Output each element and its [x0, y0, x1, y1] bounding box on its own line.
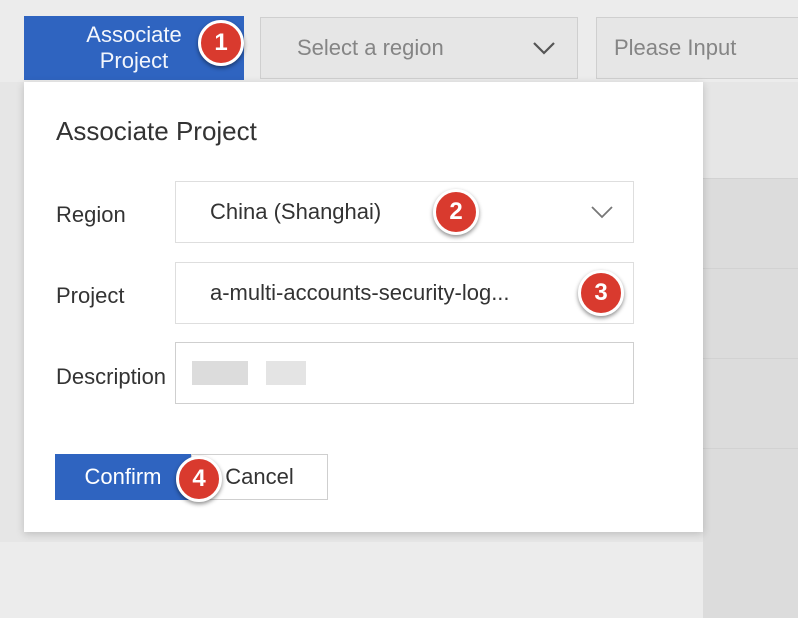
confirm-button-label: Confirm [84, 464, 162, 489]
dialog-title: Associate Project [56, 116, 257, 146]
project-label: Project [56, 283, 125, 308]
redacted-text [266, 361, 306, 385]
confirm-button[interactable]: Confirm [55, 454, 191, 500]
region-dropdown[interactable]: China (Shanghai) [175, 181, 634, 243]
description-label: Description [56, 364, 167, 389]
background-row-divider [703, 268, 798, 269]
background-table-column [703, 178, 798, 618]
description-input[interactable] [175, 342, 634, 404]
chevron-down-icon [533, 42, 555, 55]
step-marker-2: 2 [433, 189, 479, 235]
region-label: Region [56, 202, 126, 227]
redacted-text [192, 361, 248, 385]
background-row-divider [703, 448, 798, 449]
search-input[interactable]: Please Input [596, 17, 798, 79]
project-value: a-multi-accounts-security-log... [210, 280, 510, 305]
step-marker-4: 4 [176, 456, 222, 502]
step-marker-3: 3 [578, 270, 624, 316]
region-value: China (Shanghai) [210, 199, 382, 224]
associate-project-label: Associate Project [86, 22, 182, 73]
project-field[interactable]: a-multi-accounts-security-log... [175, 262, 634, 324]
search-input-placeholder: Please Input [614, 35, 737, 60]
cancel-button-label: Cancel [225, 464, 294, 489]
background-row-divider [703, 358, 798, 359]
background-row-divider [703, 178, 798, 179]
chevron-down-icon [591, 206, 613, 219]
step-marker-1: 1 [198, 20, 244, 66]
region-select[interactable]: Select a region [260, 17, 578, 79]
region-select-placeholder: Select a region [297, 35, 444, 60]
